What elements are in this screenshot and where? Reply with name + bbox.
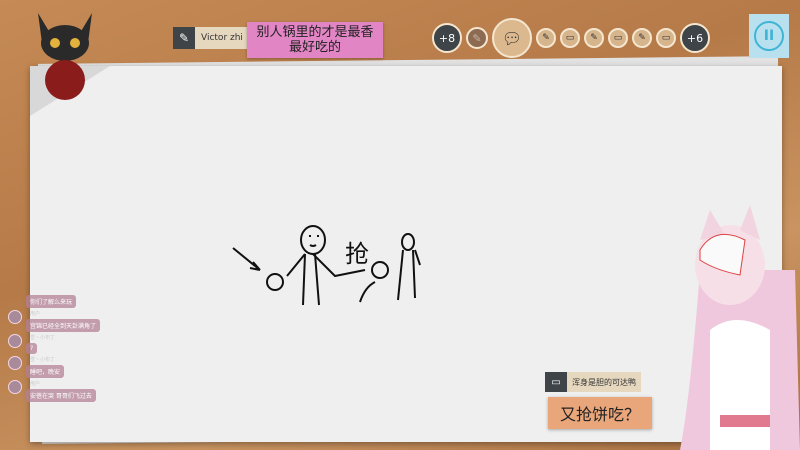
guess-answer: 又抢饼吃？	[548, 397, 653, 429]
chat-message: 安蓓在哭 哥哥们飞过去	[26, 389, 96, 402]
pause-icon: II	[754, 21, 784, 51]
speech-bubble-icon[interactable]: ▭	[656, 28, 676, 48]
brush-icon[interactable]: ✎	[466, 27, 488, 49]
brush-icon[interactable]: ✎	[632, 28, 652, 48]
avatar	[8, 310, 22, 324]
author-name: Victor zhi	[195, 27, 249, 49]
chat-message: 你们了解么来玩	[26, 295, 77, 308]
cat-mascot	[38, 13, 92, 100]
guesser-tag: ▭ 浑身是胆的可达鸭	[545, 372, 641, 392]
chat-user: 用户	[30, 311, 41, 317]
avatar	[8, 334, 22, 348]
drawing-character: 抢	[345, 240, 369, 268]
prompt-card: 别人锅里的才是最香最好吃的	[247, 22, 383, 58]
brush-icon: ✎	[173, 27, 195, 49]
speech-bubble-icon[interactable]: ▭	[560, 28, 580, 48]
chat-message: 宫锦已经全到天卦满角了	[26, 319, 101, 332]
chat-message: ?	[26, 343, 38, 354]
brush-icon[interactable]: ✎	[584, 28, 604, 48]
more-right-button[interactable]: +6	[680, 23, 710, 53]
chat-user: 雪丶小布丁	[30, 335, 56, 341]
brush-icon[interactable]: ✎	[536, 28, 556, 48]
round-timeline: +8 ✎ 💬︎ ✎ ▭ ✎ ▭ ✎ ▭ +6	[432, 18, 714, 58]
chat-message: 睡吧，晚安	[26, 365, 65, 378]
drawing-canvas: 抢	[232, 225, 421, 306]
more-left-button[interactable]: +8	[432, 23, 462, 53]
avatar	[8, 380, 22, 394]
speech-bubble-icon: ▭	[545, 372, 567, 392]
pause-button[interactable]: II	[749, 14, 789, 58]
chat-user: 用户	[30, 381, 41, 387]
live-chat: 你们了解么来玩 用户 宫锦已经全到天卦满角了 雪丶小布丁? 雪丶小布丁 睡吧，晚安 …	[4, 293, 114, 404]
speech-bubble-icon[interactable]: ▭	[608, 28, 628, 48]
drawing-author-tag: ✎ Victor zhi	[173, 27, 249, 49]
vtuber-avatar	[680, 205, 800, 450]
chat-user: 雪丶小布丁	[30, 357, 56, 363]
guesser-name: 浑身是胆的可达鸭	[567, 372, 641, 392]
speech-bubble-icon[interactable]: 💬︎	[492, 18, 532, 58]
avatar	[8, 356, 22, 370]
